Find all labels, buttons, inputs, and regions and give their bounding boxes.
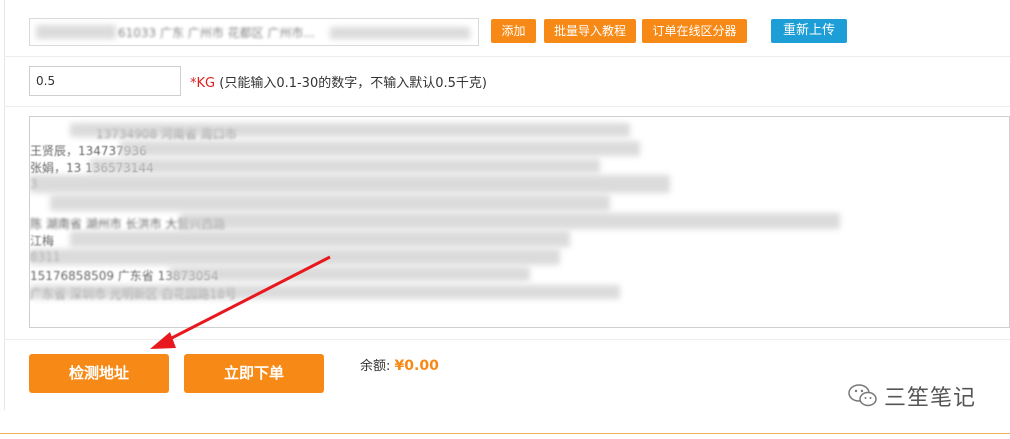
address-input[interactable]: 61033 广东 广州市 花都区 广州市...	[29, 18, 479, 46]
redacted-block	[30, 285, 620, 299]
address-list-textarea[interactable]: 13734908 河南省 周口市 王贤辰，134737936 张娟，13 136…	[29, 116, 1010, 328]
place-order-button[interactable]: 立即下单	[184, 354, 324, 393]
redacted-block	[36, 25, 116, 39]
redacted-block	[90, 159, 600, 173]
check-address-button[interactable]: 检测地址	[29, 354, 169, 393]
watermark: 三笙笔记	[848, 380, 976, 412]
watermark-text: 三笙笔记	[884, 386, 977, 411]
row-divider	[4, 339, 1010, 340]
redacted-block	[50, 195, 610, 211]
balance: 余额: ¥0.00	[360, 355, 439, 374]
wechat-icon	[848, 384, 877, 407]
redacted-block	[120, 141, 640, 156]
order-splitter-button[interactable]: 订单在线区分器	[642, 19, 747, 43]
redacted-block	[170, 267, 530, 281]
weight-hint-text: (只能输入0.1-30的数字，不输入默认0.5千克)	[215, 76, 487, 91]
balance-amount: ¥0.00	[394, 358, 439, 374]
weight-input[interactable]	[29, 66, 181, 96]
weight-unit-label: *KG	[190, 76, 216, 91]
row-divider	[4, 56, 1010, 57]
redacted-block	[330, 27, 470, 39]
add-button[interactable]: 添加	[491, 19, 536, 43]
balance-label: 余额:	[360, 359, 391, 374]
redacted-block	[30, 175, 670, 193]
bottom-divider	[0, 433, 1010, 434]
textarea-line: 江梅	[30, 234, 55, 248]
address-text: 61033 广东 广州市 花都区 广州市...	[118, 26, 315, 40]
redacted-block	[180, 213, 840, 229]
redacted-block	[70, 123, 630, 137]
redacted-block	[30, 249, 560, 265]
import-tutorial-button[interactable]: 批量导入教程	[544, 19, 636, 43]
reupload-button[interactable]: 重新上传	[771, 19, 847, 43]
frame-border	[4, 0, 5, 410]
redacted-block	[70, 231, 570, 247]
row-divider	[4, 106, 1010, 107]
weight-hint: *KG (只能输入0.1-30的数字，不输入默认0.5千克)	[190, 72, 487, 91]
